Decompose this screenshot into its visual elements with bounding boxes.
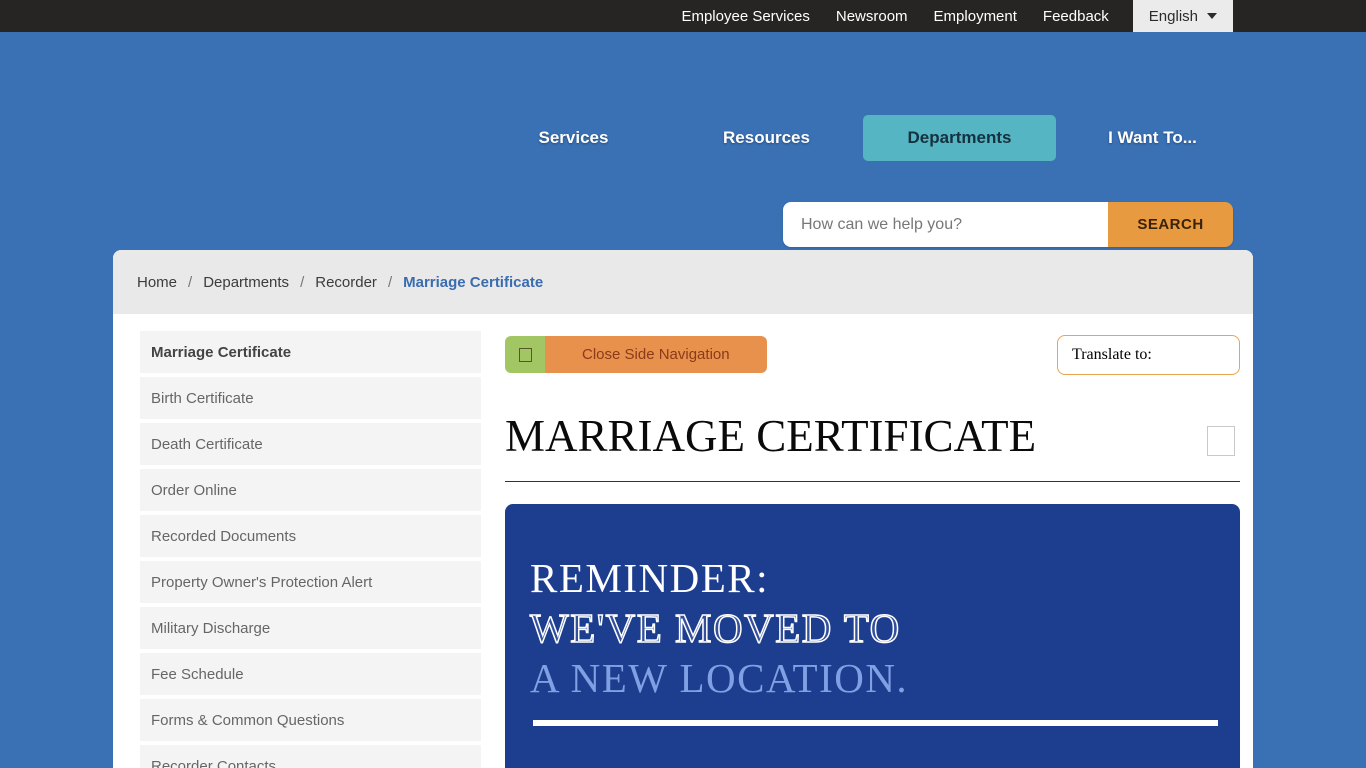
topbar-link-employment[interactable]: Employment xyxy=(934,8,1017,25)
search-input[interactable] xyxy=(783,202,1108,247)
translate-dropdown[interactable]: Translate to: xyxy=(1057,335,1240,375)
title-row: MARRIAGE CERTIFICATE xyxy=(505,412,1240,462)
sidebar-item-recorded-documents[interactable]: Recorded Documents xyxy=(140,515,481,557)
close-side-navigation-button[interactable]: Close Side Navigation xyxy=(505,336,767,373)
breadcrumb-recorder[interactable]: Recorder xyxy=(315,274,377,291)
breadcrumb-current-page: Marriage Certificate xyxy=(403,274,543,291)
top-utility-bar: Employee Services Newsroom Employment Fe… xyxy=(0,0,1366,32)
empty-square-icon xyxy=(519,348,532,362)
breadcrumb-separator: / xyxy=(188,274,192,291)
search-button[interactable]: SEARCH xyxy=(1108,202,1233,247)
sidebar-item-military-discharge[interactable]: Military Discharge xyxy=(140,607,481,649)
side-navigation: Marriage Certificate Birth Certificate D… xyxy=(140,331,481,768)
page-content-card: Home / Departments / Recorder / Marriage… xyxy=(113,250,1253,768)
close-side-navigation-label: Close Side Navigation xyxy=(545,336,767,373)
nav-item-departments[interactable]: Departments xyxy=(863,115,1056,161)
sidebar-item-forms-common-questions[interactable]: Forms & Common Questions xyxy=(140,699,481,741)
sidebar-item-death-certificate[interactable]: Death Certificate xyxy=(140,423,481,465)
sidebar-item-recorder-contacts[interactable]: Recorder Contacts xyxy=(140,745,481,768)
banner-line-weve-moved: WE'VE MOVED TO xyxy=(530,603,1240,653)
breadcrumb: Home / Departments / Recorder / Marriage… xyxy=(113,250,1253,314)
breadcrumb-departments[interactable]: Departments xyxy=(203,274,289,291)
sidebar-item-fee-schedule[interactable]: Fee Schedule xyxy=(140,653,481,695)
broken-image-placeholder-icon[interactable] xyxy=(1207,426,1235,456)
site-search: SEARCH xyxy=(783,202,1233,247)
sidebar-item-marriage-certificate[interactable]: Marriage Certificate xyxy=(140,331,481,373)
reminder-banner: REMINDER: WE'VE MOVED TO A NEW LOCATION. xyxy=(505,504,1240,768)
translate-dropdown-label: Translate to: xyxy=(1072,346,1152,364)
sidebar-item-birth-certificate[interactable]: Birth Certificate xyxy=(140,377,481,419)
nav-item-resources[interactable]: Resources xyxy=(670,115,863,161)
page-body: Marriage Certificate Birth Certificate D… xyxy=(113,314,1253,768)
main-navigation: Services Resources Departments I Want To… xyxy=(477,115,1249,161)
chevron-down-icon xyxy=(1207,13,1217,19)
language-selector[interactable]: English xyxy=(1133,0,1233,32)
site-header: Services Resources Departments I Want To… xyxy=(0,32,1366,250)
topbar-link-newsroom[interactable]: Newsroom xyxy=(836,8,908,25)
banner-line-new-location: A NEW LOCATION. xyxy=(530,653,1240,703)
breadcrumb-separator: / xyxy=(300,274,304,291)
breadcrumb-home[interactable]: Home xyxy=(137,274,177,291)
sidebar-item-property-owners-protection-alert[interactable]: Property Owner's Protection Alert xyxy=(140,561,481,603)
title-divider xyxy=(505,481,1240,482)
language-selector-label: English xyxy=(1149,8,1198,25)
sidebar-item-order-online[interactable]: Order Online xyxy=(140,469,481,511)
nav-item-services[interactable]: Services xyxy=(477,115,670,161)
page-title: MARRIAGE CERTIFICATE xyxy=(505,412,1036,462)
topbar-link-employee-services[interactable]: Employee Services xyxy=(681,8,809,25)
breadcrumb-separator: / xyxy=(388,274,392,291)
topbar-link-feedback[interactable]: Feedback xyxy=(1043,8,1109,25)
main-content: Close Side Navigation Translate to: MARR… xyxy=(505,331,1240,768)
content-toolbar: Close Side Navigation Translate to: xyxy=(505,331,1240,391)
banner-line-reminder: REMINDER: xyxy=(530,553,1240,603)
banner-divider xyxy=(533,720,1218,726)
nav-item-i-want-to[interactable]: I Want To... xyxy=(1056,115,1249,161)
close-side-navigation-icon-segment xyxy=(505,336,545,373)
